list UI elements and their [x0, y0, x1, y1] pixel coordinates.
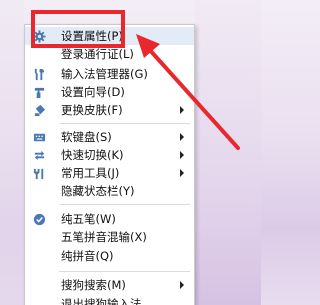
annotation-arrow — [136, 34, 240, 150]
